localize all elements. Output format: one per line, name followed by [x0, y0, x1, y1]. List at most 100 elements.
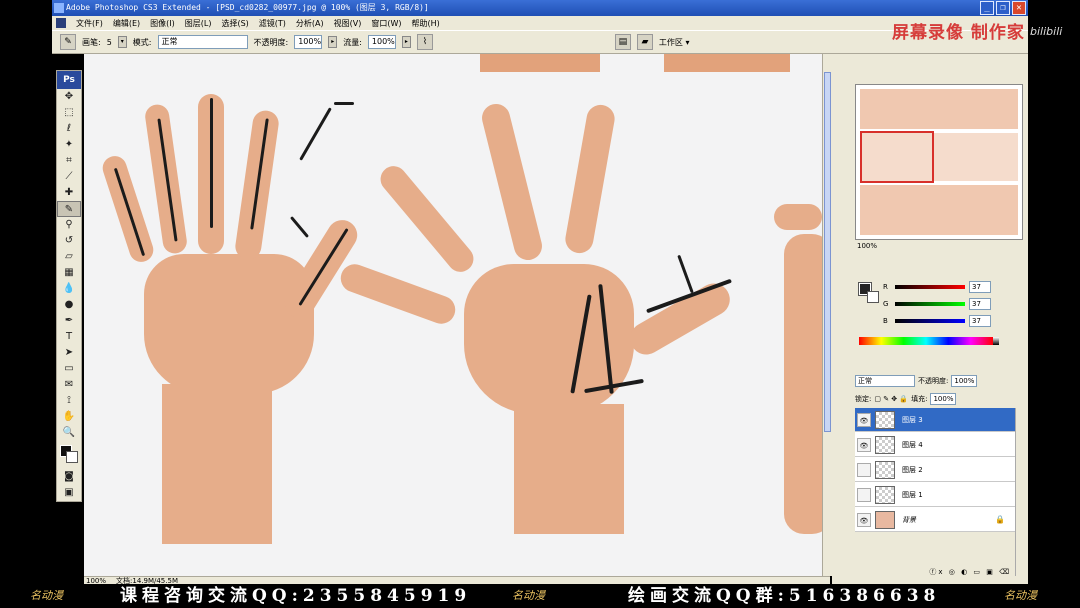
- menu-view[interactable]: 视图(V): [334, 18, 362, 29]
- airbrush-icon[interactable]: ⌇: [416, 34, 433, 50]
- brush-picker-arrow[interactable]: ▾: [117, 36, 127, 48]
- layer-thumbnail: [875, 485, 895, 504]
- layer-name: 图层 3: [902, 415, 923, 424]
- app-icon: [54, 3, 64, 13]
- opacity-arrow[interactable]: ▸: [328, 36, 338, 48]
- brand-logo: 名动漫: [30, 589, 63, 602]
- menu-layer[interactable]: 图层(L): [185, 18, 212, 29]
- blue-value[interactable]: 37: [969, 315, 991, 327]
- layer-row[interactable]: 👁 图层 2: [855, 458, 1015, 482]
- green-slider[interactable]: [895, 302, 965, 306]
- lock-icons[interactable]: ▢ ✎ ✥ 🔒: [874, 395, 908, 403]
- navigator-zoom[interactable]: 100%: [855, 241, 1023, 251]
- layer-opacity-field[interactable]: 100%: [951, 375, 978, 387]
- ps-menu-icon[interactable]: [56, 18, 66, 28]
- color-panel-background[interactable]: [867, 291, 879, 303]
- history-brush-tool-icon[interactable]: ↺: [57, 233, 81, 249]
- menu-file[interactable]: 文件(F): [76, 18, 103, 29]
- slice-tool-icon[interactable]: ⟋: [57, 169, 81, 185]
- hand-tool-icon[interactable]: ✋: [57, 409, 81, 425]
- scrollbar-thumb[interactable]: [824, 72, 831, 432]
- restore-button[interactable]: ❐: [996, 1, 1010, 15]
- close-button[interactable]: ✕: [1012, 1, 1026, 15]
- blur-tool-icon[interactable]: 💧: [57, 281, 81, 297]
- brush-label: 画笔:: [82, 37, 101, 47]
- green-value[interactable]: 37: [969, 298, 991, 310]
- navigator-view-box[interactable]: [860, 131, 934, 183]
- flow-field[interactable]: 100%: [367, 35, 396, 49]
- zoom-tool-icon[interactable]: 🔍: [57, 425, 81, 441]
- navigator-preview[interactable]: [855, 84, 1023, 240]
- recorder-watermark: 屏幕录像 制作家: [892, 23, 1025, 43]
- stamp-tool-icon[interactable]: ⚲: [57, 217, 81, 233]
- quick-mask-icon[interactable]: ◙: [57, 469, 81, 485]
- menu-help[interactable]: 帮助(H): [412, 18, 440, 29]
- layer-row[interactable]: 👁 图层 1: [855, 483, 1015, 507]
- marquee-tool-icon[interactable]: ⬚: [57, 105, 81, 121]
- workspace-menu[interactable]: 工作区 ▾: [659, 37, 690, 48]
- canvas-vertical-scrollbar[interactable]: [822, 54, 832, 576]
- layer-row[interactable]: 👁 图层 4: [855, 433, 1015, 457]
- brush-size[interactable]: 5: [107, 38, 112, 47]
- eraser-tool-icon[interactable]: ▱: [57, 249, 81, 265]
- blend-mode-select[interactable]: 正常: [855, 375, 915, 387]
- red-slider[interactable]: [895, 285, 965, 289]
- lasso-tool-icon[interactable]: ℓ: [57, 121, 81, 137]
- visibility-eye-icon[interactable]: 👁: [857, 462, 871, 477]
- canvas-image-strip: [480, 54, 600, 72]
- visibility-eye-icon[interactable]: 👁: [857, 412, 871, 427]
- red-label: R: [883, 283, 888, 291]
- layer-thumbnail: [875, 460, 895, 479]
- bridge-icon[interactable]: ▰: [636, 34, 653, 50]
- color-swatches[interactable]: [57, 441, 81, 469]
- layer-row[interactable]: 👁 图层 3: [855, 408, 1015, 432]
- mode-select[interactable]: 正常: [157, 35, 248, 49]
- menu-window[interactable]: 窗口(W): [371, 18, 401, 29]
- screen-mode-icon[interactable]: ▣: [57, 485, 81, 501]
- crop-tool-icon[interactable]: ⌗: [57, 153, 81, 169]
- title-bar: Adobe Photoshop CS3 Extended - [PSD_cd02…: [52, 0, 1028, 16]
- document-canvas[interactable]: [84, 54, 822, 576]
- grayscale-ramp[interactable]: [993, 337, 999, 345]
- healing-tool-icon[interactable]: ✚: [57, 185, 81, 201]
- gradient-tool-icon[interactable]: ▦: [57, 265, 81, 281]
- notes-tool-icon[interactable]: ✉: [57, 377, 81, 393]
- minimize-button[interactable]: _: [980, 1, 994, 15]
- menu-select[interactable]: 选择(S): [221, 18, 248, 29]
- visibility-eye-icon[interactable]: 👁: [857, 512, 871, 527]
- flow-arrow[interactable]: ▸: [401, 36, 411, 48]
- menu-filter[interactable]: 滤镜(T): [259, 18, 286, 29]
- brand-logo: 名动漫: [1004, 589, 1037, 602]
- shape-tool-icon[interactable]: ▭: [57, 361, 81, 377]
- fill-field[interactable]: 100%: [930, 393, 957, 405]
- type-tool-icon[interactable]: T: [57, 329, 81, 345]
- opacity-field[interactable]: 100%: [294, 35, 323, 49]
- path-select-tool-icon[interactable]: ➤: [57, 345, 81, 361]
- red-channel-row: R 37: [883, 281, 1021, 293]
- brand-logo: 名动漫: [512, 589, 545, 602]
- magic-wand-tool-icon[interactable]: ✦: [57, 137, 81, 153]
- promo-course-qq: 课程咨询交流QQ:2355845919: [120, 586, 472, 606]
- layers-scrollbar[interactable]: [1015, 408, 1025, 576]
- move-tool-icon[interactable]: ✥: [57, 89, 81, 105]
- promo-banner: 名动漫 课程咨询交流QQ:2355845919 名动漫 绘画交流QQ群:5163…: [0, 584, 1080, 608]
- dodge-tool-icon[interactable]: ●: [57, 297, 81, 313]
- palette-well-icon[interactable]: ▤: [614, 34, 631, 50]
- layers-bottom-icons[interactable]: ⓕx ◎ ◐ ▭ ▣ ⌫: [855, 567, 1015, 577]
- visibility-eye-icon[interactable]: 👁: [857, 487, 871, 502]
- visibility-eye-icon[interactable]: 👁: [857, 437, 871, 452]
- menu-analysis[interactable]: 分析(A): [296, 18, 324, 29]
- eyedropper-tool-icon[interactable]: ⟟: [57, 393, 81, 409]
- layers-panel: 正常 不透明度: 100% 锁定: ▢ ✎ ✥ 🔒 填充: 100% 👁 图层 …: [855, 371, 1027, 581]
- brush-preset-icon[interactable]: ✎: [60, 34, 76, 50]
- pen-tool-icon[interactable]: ✒: [57, 313, 81, 329]
- menu-image[interactable]: 图像(I): [150, 18, 175, 29]
- layer-row[interactable]: 👁 背景 🔒: [855, 508, 1015, 532]
- brush-tool-icon[interactable]: ✎: [57, 201, 81, 217]
- menu-edit[interactable]: 编辑(E): [113, 18, 140, 29]
- background-color-swatch[interactable]: [66, 451, 78, 463]
- green-label: G: [883, 300, 889, 308]
- red-value[interactable]: 37: [969, 281, 991, 293]
- blue-slider[interactable]: [895, 319, 965, 323]
- color-spectrum[interactable]: [859, 337, 993, 345]
